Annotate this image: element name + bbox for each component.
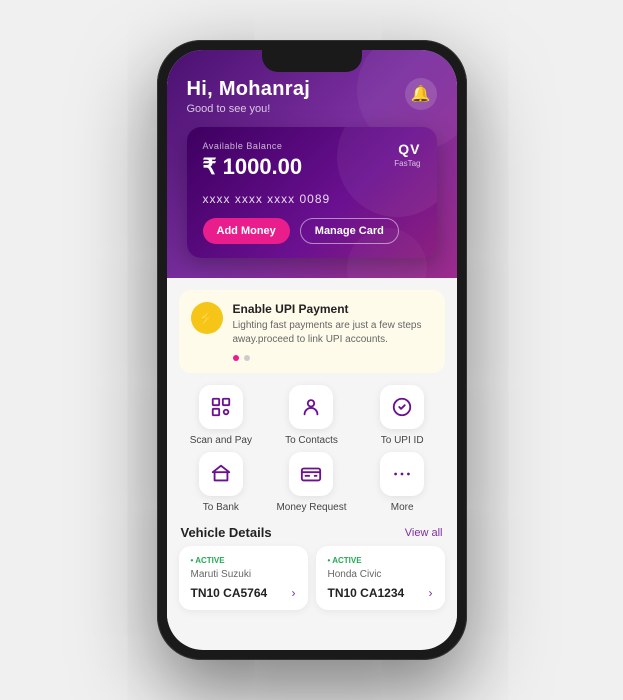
card-actions: Add Money Manage Card [203, 218, 421, 244]
quick-actions-grid: Scan and Pay To Contacts [167, 373, 457, 517]
vehicle-cards-container: ACTIVE Maruti Suzuki TN10 CA5764 › ACTIV… [167, 546, 457, 622]
greeting-subtext: Good to see you! [187, 103, 311, 115]
scan-pay-icon [199, 385, 243, 429]
chevron-right-icon-1: › [429, 586, 433, 600]
action-more[interactable]: More [360, 452, 445, 513]
upi-icon: ⚡ [191, 302, 223, 334]
money-request-label: Money Request [276, 502, 346, 513]
upi-id-label: To UPI ID [381, 435, 424, 446]
vehicle-status-1: ACTIVE [328, 556, 433, 565]
vehicle-name-0: Maruti Suzuki [191, 569, 296, 580]
dot-inactive [244, 355, 250, 361]
greeting-name: Hi, Mohanraj [187, 78, 311, 101]
action-money-request[interactable]: Money Request [269, 452, 354, 513]
bell-icon: 🔔 [411, 84, 431, 104]
bank-label: To Bank [203, 502, 239, 513]
vehicle-card-1[interactable]: ACTIVE Honda Civic TN10 CA1234 › [316, 546, 445, 610]
balance-amount: ₹ 1000.00 [203, 154, 303, 180]
greeting-block: Hi, Mohanraj Good to see you! [187, 78, 311, 115]
header-section: Hi, Mohanraj Good to see you! 🔔 Availabl… [167, 50, 457, 278]
vehicle-section-title: Vehicle Details [181, 525, 272, 540]
phone-frame: Hi, Mohanraj Good to see you! 🔔 Availabl… [157, 40, 467, 660]
manage-card-button[interactable]: Manage Card [300, 218, 399, 244]
contacts-icon [289, 385, 333, 429]
contacts-label: To Contacts [285, 435, 338, 446]
phone-screen: Hi, Mohanraj Good to see you! 🔔 Availabl… [167, 50, 457, 650]
balance-label: Available Balance [203, 141, 303, 151]
vehicle-name-1: Honda Civic [328, 569, 433, 580]
bank-icon [199, 452, 243, 496]
vehicle-card-0[interactable]: ACTIVE Maruti Suzuki TN10 CA5764 › [179, 546, 308, 610]
upi-id-icon [380, 385, 424, 429]
notification-button[interactable]: 🔔 [405, 78, 437, 110]
vehicle-plate-1: TN10 CA1234 [328, 586, 405, 600]
header-top: Hi, Mohanraj Good to see you! 🔔 [187, 78, 437, 115]
upi-text-block: Enable UPI Payment Lighting fast payment… [233, 302, 433, 361]
action-to-bank[interactable]: To Bank [179, 452, 264, 513]
notch [262, 50, 362, 72]
more-icon [380, 452, 424, 496]
balance-block: Available Balance ₹ 1000.00 [203, 141, 303, 188]
dot-active [233, 355, 239, 361]
money-request-icon [289, 452, 333, 496]
fastag-logo-text: QV [394, 141, 420, 157]
vehicle-plate-row-1: TN10 CA1234 › [328, 586, 433, 600]
add-money-button[interactable]: Add Money [203, 218, 290, 244]
view-all-link[interactable]: View all [405, 527, 443, 539]
main-content: ⚡ Enable UPI Payment Lighting fast payme… [167, 290, 457, 622]
upi-title: Enable UPI Payment [233, 302, 433, 316]
vehicle-plate-0: TN10 CA5764 [191, 586, 268, 600]
upi-banner[interactable]: ⚡ Enable UPI Payment Lighting fast payme… [179, 290, 445, 373]
action-to-contacts[interactable]: To Contacts [269, 385, 354, 446]
upi-description: Lighting fast payments are just a few st… [233, 319, 433, 347]
vehicle-status-0: ACTIVE [191, 556, 296, 565]
vehicle-plate-row-0: TN10 CA5764 › [191, 586, 296, 600]
balance-card: Available Balance ₹ 1000.00 QV FasTag xx… [187, 127, 437, 258]
card-number: xxxx xxxx xxxx 0089 [203, 192, 421, 206]
fastag-brand-name: FasTag [394, 159, 420, 168]
more-label: More [391, 502, 414, 513]
card-top-row: Available Balance ₹ 1000.00 QV FasTag [203, 141, 421, 188]
action-to-upi-id[interactable]: To UPI ID [360, 385, 445, 446]
action-scan-pay[interactable]: Scan and Pay [179, 385, 264, 446]
chevron-right-icon-0: › [292, 586, 296, 600]
upi-pagination-dots [233, 355, 433, 361]
vehicle-section-header: Vehicle Details View all [167, 517, 457, 546]
scan-pay-label: Scan and Pay [190, 435, 252, 446]
fastag-block: QV FasTag [394, 141, 420, 168]
lightning-icon: ⚡ [198, 310, 215, 327]
